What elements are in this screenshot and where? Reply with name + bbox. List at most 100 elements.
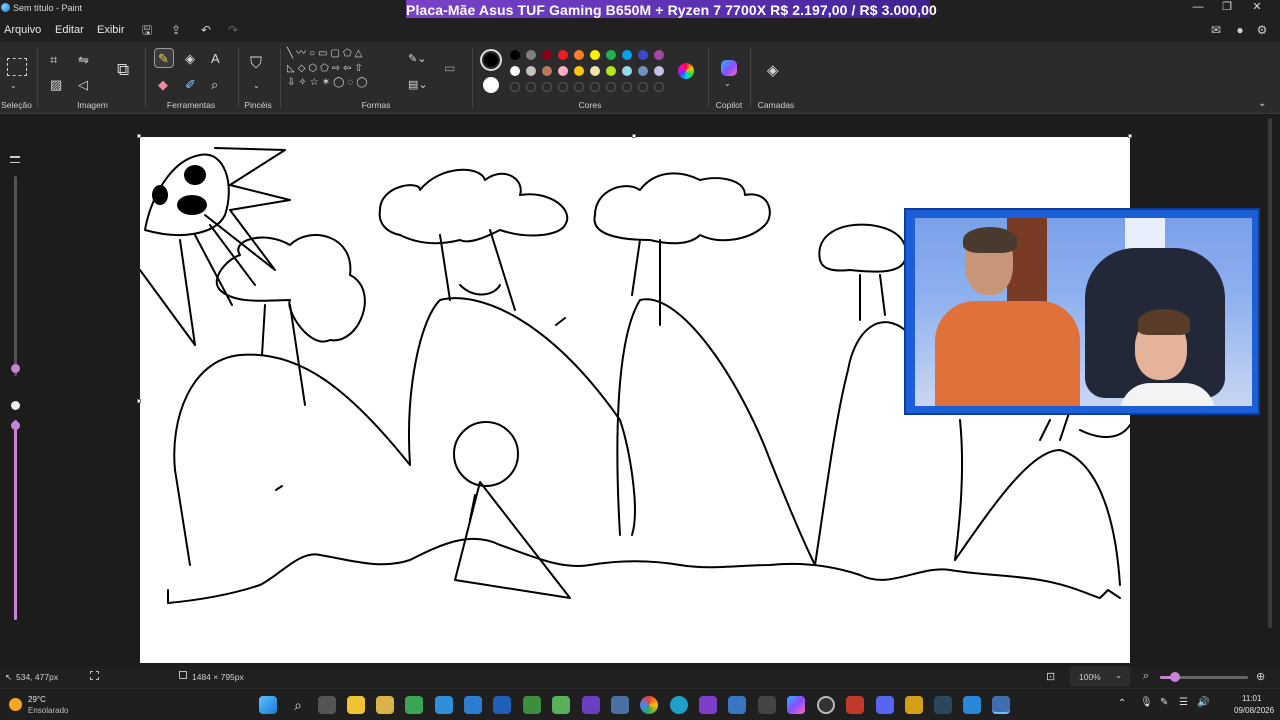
app-yellow-icon[interactable]: [905, 696, 923, 714]
weather-sun-icon[interactable]: [9, 698, 22, 711]
image-select-icon[interactable]: ▨: [50, 77, 62, 93]
secondary-color-swatch[interactable]: [483, 77, 499, 93]
rotate-icon[interactable]: ◁: [78, 77, 88, 93]
edit-colors-icon[interactable]: [678, 63, 694, 79]
chrome-icon[interactable]: [640, 696, 658, 714]
app-infinity-icon[interactable]: [699, 696, 717, 714]
color-swatch[interactable]: [590, 66, 600, 76]
chevron-down-icon[interactable]: ⌄: [10, 78, 17, 94]
canvas-handle-left[interactable]: [137, 399, 141, 403]
image-adjust-icon[interactable]: ⧉: [117, 61, 129, 78]
color-swatch[interactable]: [574, 66, 584, 76]
menu-editar[interactable]: Editar: [55, 24, 84, 36]
clock-date[interactable]: 09/08/2026: [1234, 706, 1274, 715]
minecraft-icon[interactable]: [523, 696, 541, 714]
custom-color-slot[interactable]: [654, 82, 664, 92]
custom-color-slot[interactable]: [542, 82, 552, 92]
canvas-handle-topright[interactable]: [1128, 134, 1132, 138]
app-purple-icon[interactable]: [582, 696, 600, 714]
settings-gear-icon[interactable]: ⚙: [1254, 22, 1270, 38]
edge-icon[interactable]: [670, 696, 688, 714]
redo-icon[interactable]: ↷: [225, 22, 241, 38]
outline-icon[interactable]: ✎⌄: [408, 51, 426, 67]
fill-icon[interactable]: ▤⌄: [408, 77, 428, 93]
shapes-gallery[interactable]: ╲〰○▭▢⬠△ ◺◇⬡⬠⇨⇦⇧ ⇩✧☆✶◯◌◯: [287, 47, 397, 97]
file-explorer-icon[interactable]: [347, 696, 365, 714]
feedback-icon[interactable]: ✉: [1208, 22, 1224, 38]
color-swatch[interactable]: [590, 50, 600, 60]
crop-icon[interactable]: ⌗: [50, 52, 57, 68]
chevron-down-icon[interactable]: ⌄: [724, 76, 731, 92]
menu-arquivo[interactable]: Arquivo: [4, 24, 41, 36]
color-picker-icon[interactable]: ✐: [185, 77, 196, 93]
chevron-down-icon[interactable]: ⌄: [1115, 670, 1122, 681]
restore-button[interactable]: ❐: [1212, 0, 1242, 16]
opacity-thumb[interactable]: [11, 421, 20, 430]
text-tool-icon[interactable]: A: [211, 51, 220, 67]
start-windows-icon[interactable]: [259, 696, 277, 714]
color-swatch[interactable]: [510, 50, 520, 60]
collapse-ribbon-icon[interactable]: ⌄: [1258, 96, 1266, 112]
chevron-down-icon[interactable]: ⌄: [253, 78, 260, 94]
minimize-button[interactable]: —: [1183, 0, 1213, 16]
clock-time[interactable]: 11:01: [1242, 694, 1261, 703]
zoom-slider-thumb[interactable]: [1170, 672, 1180, 682]
color-swatch[interactable]: [606, 66, 616, 76]
account-icon[interactable]: ●: [1232, 22, 1248, 38]
microphone-icon[interactable]: 🎙: [1140, 697, 1153, 708]
undo-icon[interactable]: ↶: [198, 22, 214, 38]
app-mail-icon[interactable]: [728, 696, 746, 714]
wifi-icon[interactable]: ☰: [1179, 697, 1188, 708]
volume-icon[interactable]: 🔊: [1197, 697, 1209, 708]
tray-chevron-up-icon[interactable]: ⌃: [1118, 698, 1126, 709]
resize-icon[interactable]: ⇋: [78, 52, 89, 68]
color-swatch[interactable]: [526, 50, 536, 60]
vscode-icon[interactable]: [464, 696, 482, 714]
color-swatch[interactable]: [526, 66, 536, 76]
pen-icon[interactable]: ✎: [1160, 697, 1168, 708]
custom-color-slot[interactable]: [574, 82, 584, 92]
custom-color-slot[interactable]: [622, 82, 632, 92]
discord-icon[interactable]: [876, 696, 894, 714]
app-terminal-icon[interactable]: [493, 696, 511, 714]
app-gear-icon[interactable]: [758, 696, 776, 714]
custom-color-slot[interactable]: [510, 82, 520, 92]
save-icon[interactable]: 🖫: [139, 22, 155, 38]
color-swatch[interactable]: [638, 66, 648, 76]
color-swatch[interactable]: [558, 50, 568, 60]
fit-to-window-icon[interactable]: ⊡: [1046, 670, 1055, 683]
canvas-handle-topleft[interactable]: [137, 134, 141, 138]
app-window-icon[interactable]: [611, 696, 629, 714]
brush-size-slider[interactable]: [14, 176, 17, 376]
app-pen-icon[interactable]: [963, 696, 981, 714]
copilot-icon[interactable]: [721, 60, 737, 76]
app-green-icon[interactable]: [405, 696, 423, 714]
obs-icon[interactable]: [817, 696, 835, 714]
custom-color-slot[interactable]: [638, 82, 648, 92]
zoom-in-icon[interactable]: ⊕: [1256, 670, 1265, 683]
close-button[interactable]: ✕: [1242, 0, 1272, 16]
primary-color-swatch[interactable]: [480, 49, 502, 71]
copilot-taskbar-icon[interactable]: [787, 696, 805, 714]
canvas-handle-top[interactable]: [632, 134, 636, 138]
steam-icon[interactable]: [934, 696, 952, 714]
custom-color-slot[interactable]: [558, 82, 568, 92]
opacity-slider[interactable]: [14, 420, 17, 620]
share-icon[interactable]: ⇪: [168, 22, 184, 38]
app-red-icon[interactable]: [846, 696, 864, 714]
brush-icon[interactable]: ⛉: [250, 56, 262, 72]
color-swatch[interactable]: [638, 50, 648, 60]
custom-color-slot[interactable]: [606, 82, 616, 92]
brush-size-thumb[interactable]: [11, 364, 20, 373]
vertical-scrollbar[interactable]: [1268, 118, 1272, 628]
custom-color-slot[interactable]: [590, 82, 600, 92]
paint-taskbar-icon[interactable]: [992, 696, 1010, 714]
eraser-icon[interactable]: ◆: [158, 77, 168, 93]
layers-icon[interactable]: ◈: [767, 63, 779, 79]
app-blue-arrow-icon[interactable]: [435, 696, 453, 714]
shape-size-icon[interactable]: ▭: [444, 60, 455, 76]
color-swatch[interactable]: [510, 66, 520, 76]
zoom-out-icon[interactable]: ⌕: [1143, 670, 1149, 683]
fill-bucket-icon[interactable]: ◈: [185, 51, 195, 67]
color-swatch[interactable]: [654, 50, 664, 60]
